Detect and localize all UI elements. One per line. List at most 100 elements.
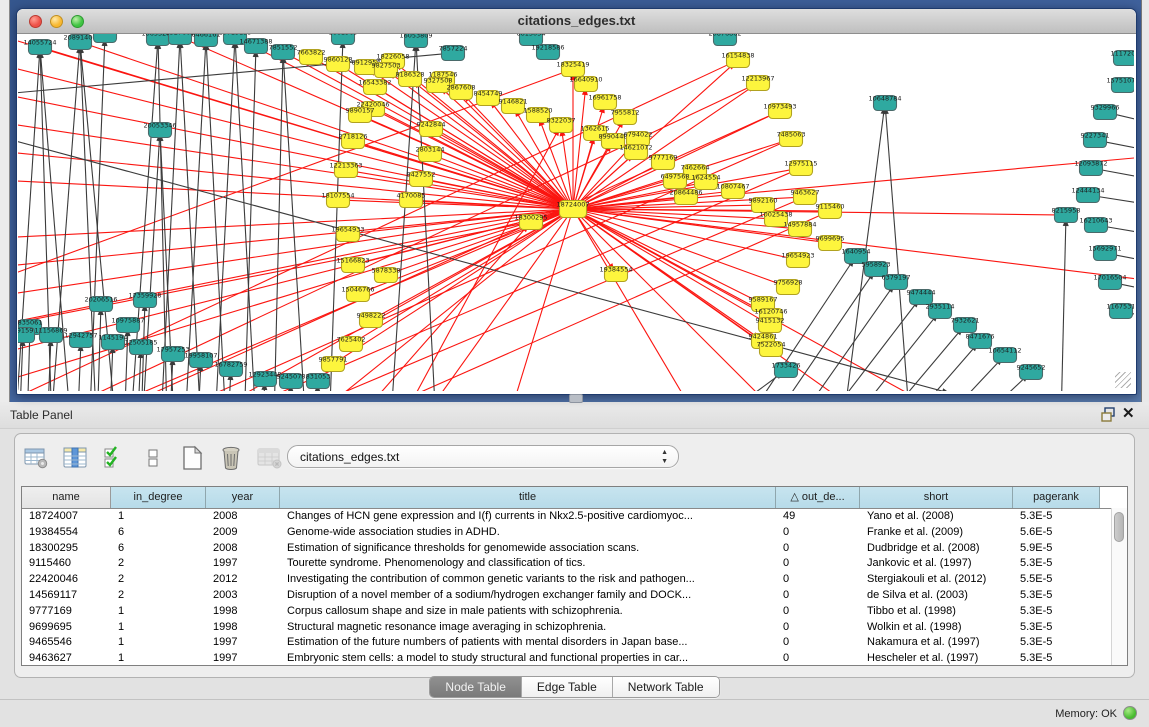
svg-text:9827503: 9827503 [372, 62, 401, 70]
panel-title: Table Panel [10, 408, 73, 422]
svg-text:16120746: 16120746 [754, 308, 787, 316]
new-document-icon[interactable] [179, 445, 205, 471]
svg-text:16154838: 16154838 [721, 52, 754, 60]
cell-out_degree: 0 [776, 541, 860, 557]
desktop-background: citations_edges.txt 14055724208914062206… [0, 0, 1149, 402]
cell-name: 22420046 [22, 572, 111, 588]
column-header-in_degree[interactable]: in_degree [111, 487, 206, 508]
delete-table-icon[interactable] [257, 445, 283, 471]
select-column-icon[interactable] [62, 445, 88, 471]
table-row[interactable]: 969969511998Structural magnetic resonanc… [22, 620, 1127, 636]
tab-network-table[interactable]: Network Table [613, 677, 719, 697]
table-scrollbar-thumb[interactable] [1114, 512, 1124, 542]
svg-text:9463627: 9463627 [791, 189, 820, 197]
app-screen: citations_edges.txt 14055724208914062206… [0, 0, 1149, 727]
cell-name: 9465546 [22, 635, 111, 651]
deselect-rows-icon[interactable] [140, 445, 166, 471]
tab-node-table[interactable]: Node Table [430, 677, 522, 697]
cell-title: Investigating the contribution of common… [280, 572, 776, 588]
table-row[interactable]: 946362711997Embryonic stem cells: a mode… [22, 651, 1127, 666]
cell-pagerank: 5.3E-5 [1013, 604, 1100, 620]
cell-pagerank: 5.3E-5 [1013, 635, 1100, 651]
cell-out_degree: 0 [776, 651, 860, 666]
tab-edge-table[interactable]: Edge Table [522, 677, 613, 697]
column-header-short[interactable]: short [860, 487, 1013, 508]
svg-text:19654933: 19654933 [331, 226, 364, 234]
svg-text:17016504: 17016504 [1093, 274, 1126, 282]
cell-title: Structural magnetic resonance image aver… [280, 620, 776, 636]
table-settings-icon[interactable] [23, 445, 49, 471]
svg-text:17359928: 17359928 [128, 292, 161, 300]
select-all-rows-icon[interactable] [101, 445, 127, 471]
svg-text:12505185: 12505185 [124, 339, 157, 347]
table-row[interactable]: 1938455462009Genome-wide association stu… [22, 525, 1127, 541]
svg-text:19654923: 19654923 [781, 252, 814, 260]
svg-text:20053346: 20053346 [143, 122, 176, 130]
svg-text:9227341: 9227341 [1081, 132, 1110, 140]
cell-short: Jankovic et al. (1997) [860, 556, 1013, 572]
svg-text:10975887: 10975887 [111, 317, 144, 325]
svg-text:8427552: 8427552 [407, 171, 436, 179]
svg-text:12444134: 12444134 [1071, 187, 1104, 195]
table-row[interactable]: 1872400712008Changes of HCN gene express… [22, 509, 1127, 525]
split-handle[interactable] [569, 394, 583, 403]
svg-text:1661963: 1661963 [329, 34, 358, 37]
window-resize-grip[interactable] [1115, 372, 1131, 388]
svg-text:7485063: 7485063 [777, 131, 806, 139]
svg-text:8215958: 8215958 [1052, 207, 1081, 215]
cell-title: Tourette syndrome. Phenomenology and cla… [280, 556, 776, 572]
svg-text:9857791: 9857791 [319, 356, 348, 364]
svg-text:1624554: 1624554 [692, 174, 721, 182]
cell-short: Nakamura et al. (1997) [860, 635, 1013, 651]
table-row[interactable]: 977716911998Corpus callosum shape and si… [22, 604, 1127, 620]
table-selector-combobox[interactable]: citations_edges.txt ▲▼ [287, 445, 679, 468]
cell-pagerank: 5.5E-5 [1013, 572, 1100, 588]
cell-in_degree: 1 [111, 635, 206, 651]
table-scrollbar[interactable] [1111, 508, 1127, 665]
svg-text:1588520: 1588520 [524, 107, 553, 115]
svg-text:16640910: 16640910 [569, 76, 602, 84]
cell-pagerank: 5.3E-5 [1013, 556, 1100, 572]
close-panel-icon[interactable]: ✕ [1122, 406, 1135, 422]
cell-out_degree: 0 [776, 572, 860, 588]
right-window-edge [1141, 0, 1149, 402]
table-row[interactable]: 2242004622012Investigating the contribut… [22, 572, 1127, 588]
svg-text:9498222: 9498222 [357, 312, 386, 320]
cell-in_degree: 2 [111, 572, 206, 588]
cell-name: 9115460 [22, 556, 111, 572]
column-header-pagerank[interactable]: pagerank [1013, 487, 1100, 508]
svg-text:9329966: 9329966 [1091, 104, 1120, 112]
cell-year: 2008 [206, 541, 280, 557]
column-header-year[interactable]: year [206, 487, 280, 508]
cell-in_degree: 1 [111, 651, 206, 666]
combobox-stepper-icon: ▲▼ [661, 448, 668, 466]
svg-text:11156869: 11156869 [34, 327, 67, 335]
svg-text:15751074: 15751074 [1106, 77, 1134, 85]
column-header-name[interactable]: name [22, 487, 111, 508]
svg-text:7955812: 7955812 [611, 109, 640, 117]
svg-text:16782759: 16782759 [214, 361, 247, 369]
float-panel-icon[interactable] [1101, 407, 1118, 423]
svg-text:8813054: 8813054 [517, 34, 546, 38]
svg-text:20876862: 20876862 [708, 34, 741, 38]
svg-text:16210643: 16210643 [1079, 217, 1112, 225]
table-panel-header: Table Panel ✕ [0, 402, 1149, 429]
cell-title: Embryonic stem cells: a model to study s… [280, 651, 776, 666]
column-header-title[interactable]: title [280, 487, 776, 508]
svg-text:9242844: 9242844 [417, 121, 446, 129]
delete-icon[interactable] [218, 445, 244, 471]
table-row[interactable]: 1456911722003Disruption of a novel membe… [22, 588, 1127, 604]
network-view[interactable]: 1405572420891406220651210653287152760284… [18, 34, 1134, 391]
network-window-titlebar[interactable]: citations_edges.txt [17, 9, 1136, 34]
cell-pagerank: 5.3E-5 [1013, 651, 1100, 666]
svg-text:7625402: 7625402 [337, 336, 366, 344]
cell-year: 2012 [206, 572, 280, 588]
table-row[interactable]: 1830029562008Estimation of significance … [22, 541, 1127, 557]
table-row[interactable]: 911546021997Tourette syndrome. Phenomeno… [22, 556, 1127, 572]
svg-text:12213967: 12213967 [741, 75, 774, 83]
svg-text:7663822: 7663822 [297, 49, 326, 57]
svg-text:15166823: 15166823 [336, 257, 369, 265]
table-row[interactable]: 946554611997Estimation of the future num… [22, 635, 1127, 651]
svg-text:9415132: 9415132 [756, 317, 785, 325]
column-header-out_degree[interactable]: △ out_de... [776, 487, 860, 508]
